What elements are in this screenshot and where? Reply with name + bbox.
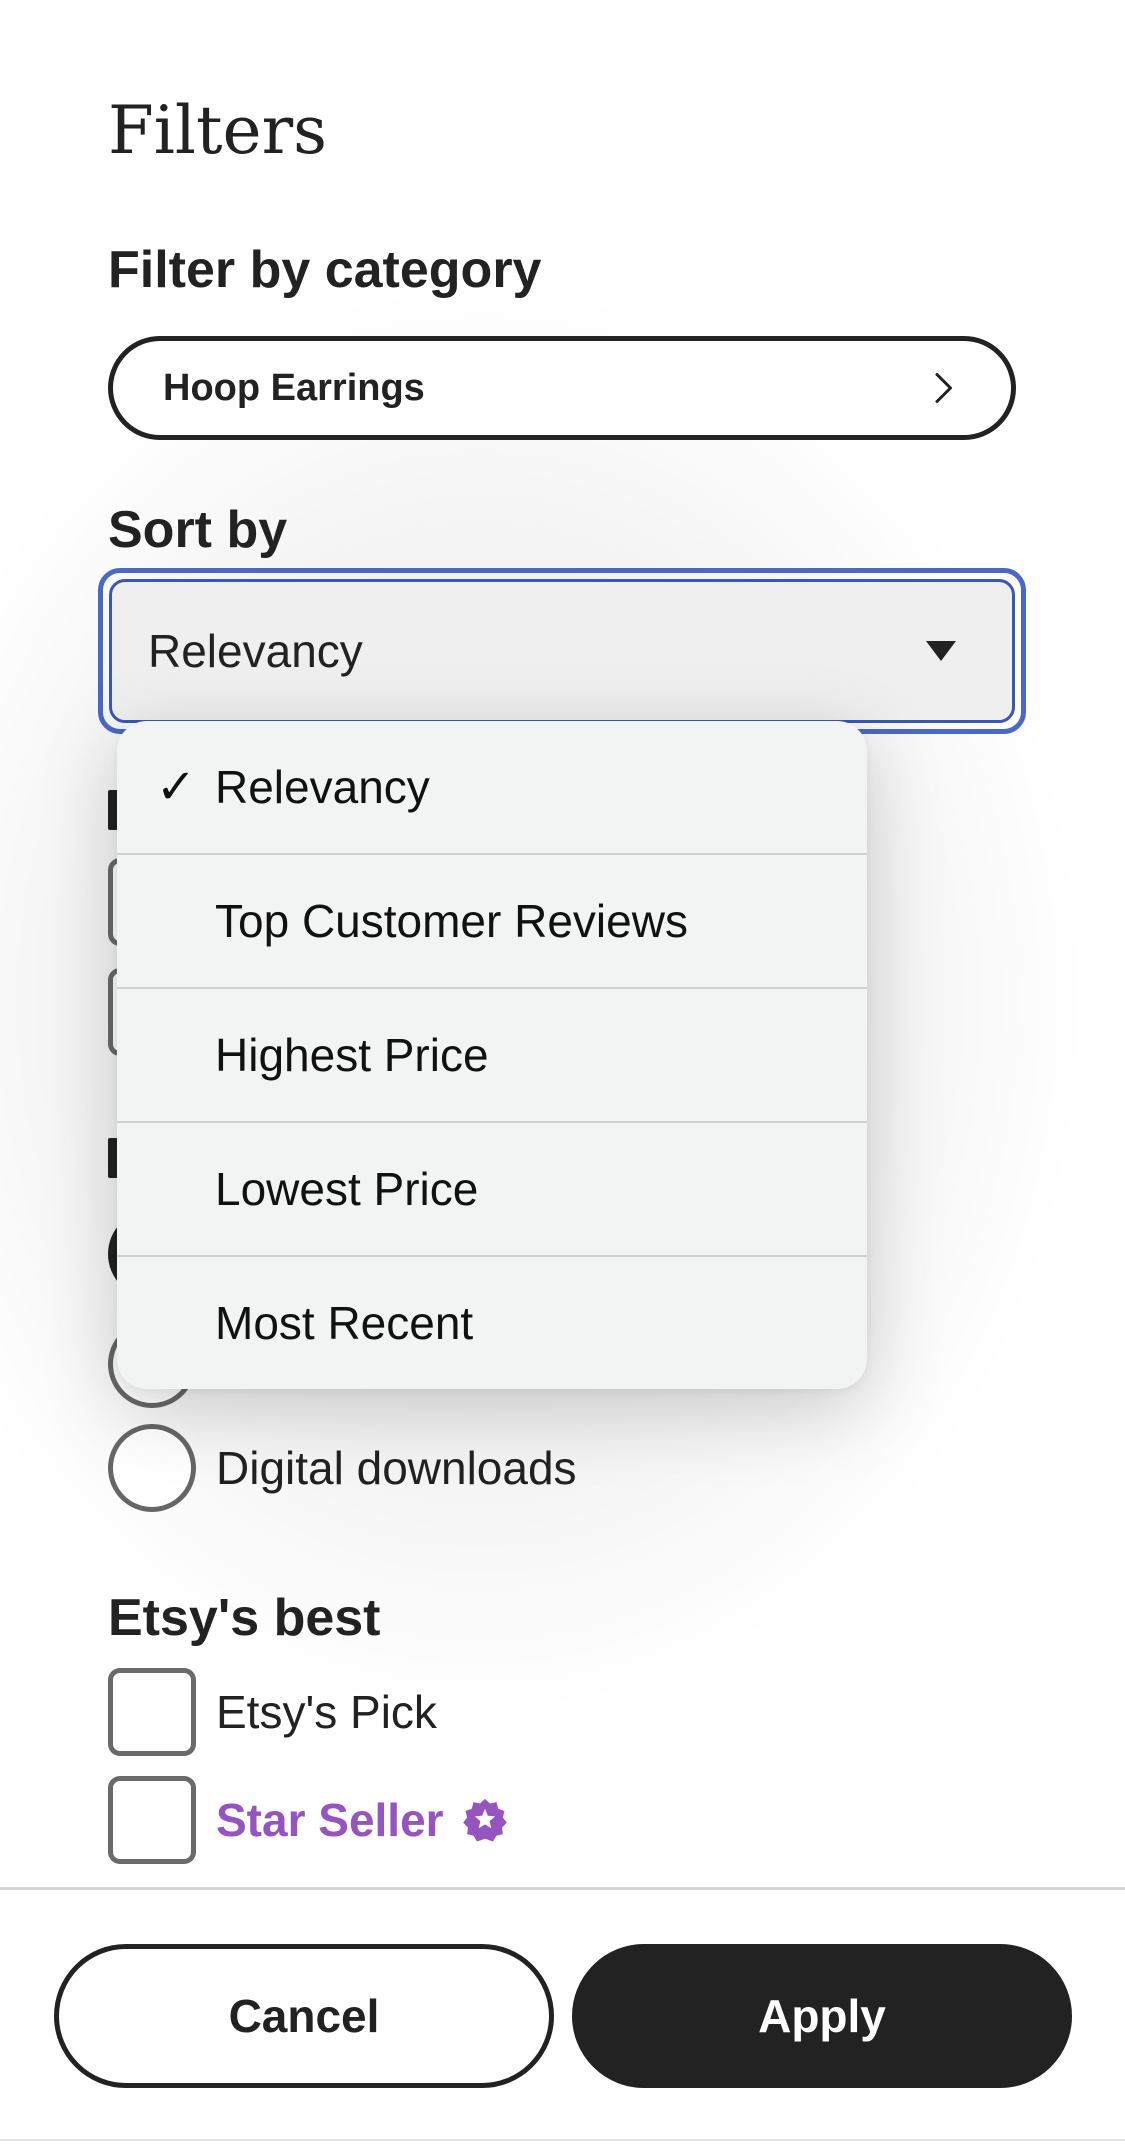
category-selected-label: Hoop Earrings: [163, 366, 425, 409]
category-selector-button[interactable]: Hoop Earrings: [108, 336, 1016, 440]
checkmark-icon: ✓: [155, 761, 197, 814]
footer-divider: [0, 1887, 1125, 1890]
caret-down-icon: [926, 641, 956, 661]
radio-digital-downloads[interactable]: Digital downloads: [108, 1424, 577, 1512]
sort-option-label: Most Recent: [215, 1297, 474, 1349]
page-title: Filters: [108, 92, 328, 169]
radio-label: Digital downloads: [216, 1442, 577, 1494]
star-seller-label: Star Seller: [216, 1794, 444, 1846]
chevron-right-icon: [935, 373, 952, 403]
checkbox-label: Etsy's Pick: [216, 1686, 437, 1738]
star-seller-badge-icon: [462, 1798, 507, 1842]
etsys-best-heading: Etsy's best: [108, 1589, 381, 1647]
checkbox[interactable]: [108, 1668, 196, 1756]
sort-option-top-customer-reviews[interactable]: Top Customer Reviews: [117, 853, 867, 987]
sort-option-label: Highest Price: [215, 1029, 489, 1081]
sort-selected-value: Relevancy: [148, 625, 363, 677]
sort-option-highest-price[interactable]: Highest Price: [117, 987, 867, 1121]
checkbox[interactable]: [108, 1776, 196, 1864]
sort-select[interactable]: Relevancy: [98, 568, 1026, 734]
sort-option-label: Relevancy: [215, 761, 430, 813]
sort-option-most-recent[interactable]: Most Recent: [117, 1255, 867, 1389]
sort-heading: Sort by: [108, 501, 288, 559]
checkbox-star-seller[interactable]: Star Seller: [108, 1776, 508, 1864]
checkbox-etsys-pick[interactable]: Etsy's Pick: [108, 1668, 437, 1756]
cancel-button[interactable]: Cancel: [54, 1944, 554, 2088]
sort-option-lowest-price[interactable]: Lowest Price: [117, 1121, 867, 1255]
radio-button[interactable]: [108, 1424, 196, 1512]
sort-option-label: Lowest Price: [215, 1163, 479, 1215]
apply-button[interactable]: Apply: [572, 1944, 1072, 2088]
sort-option-label: Top Customer Reviews: [215, 895, 688, 947]
sort-option-relevancy[interactable]: ✓ Relevancy: [117, 721, 867, 853]
bottom-edge-line: [0, 2139, 1125, 2141]
category-heading: Filter by category: [108, 241, 542, 299]
sort-select-field[interactable]: Relevancy: [109, 579, 1015, 723]
sort-dropdown-menu: ✓ Relevancy Top Customer Reviews Highest…: [117, 721, 867, 1389]
